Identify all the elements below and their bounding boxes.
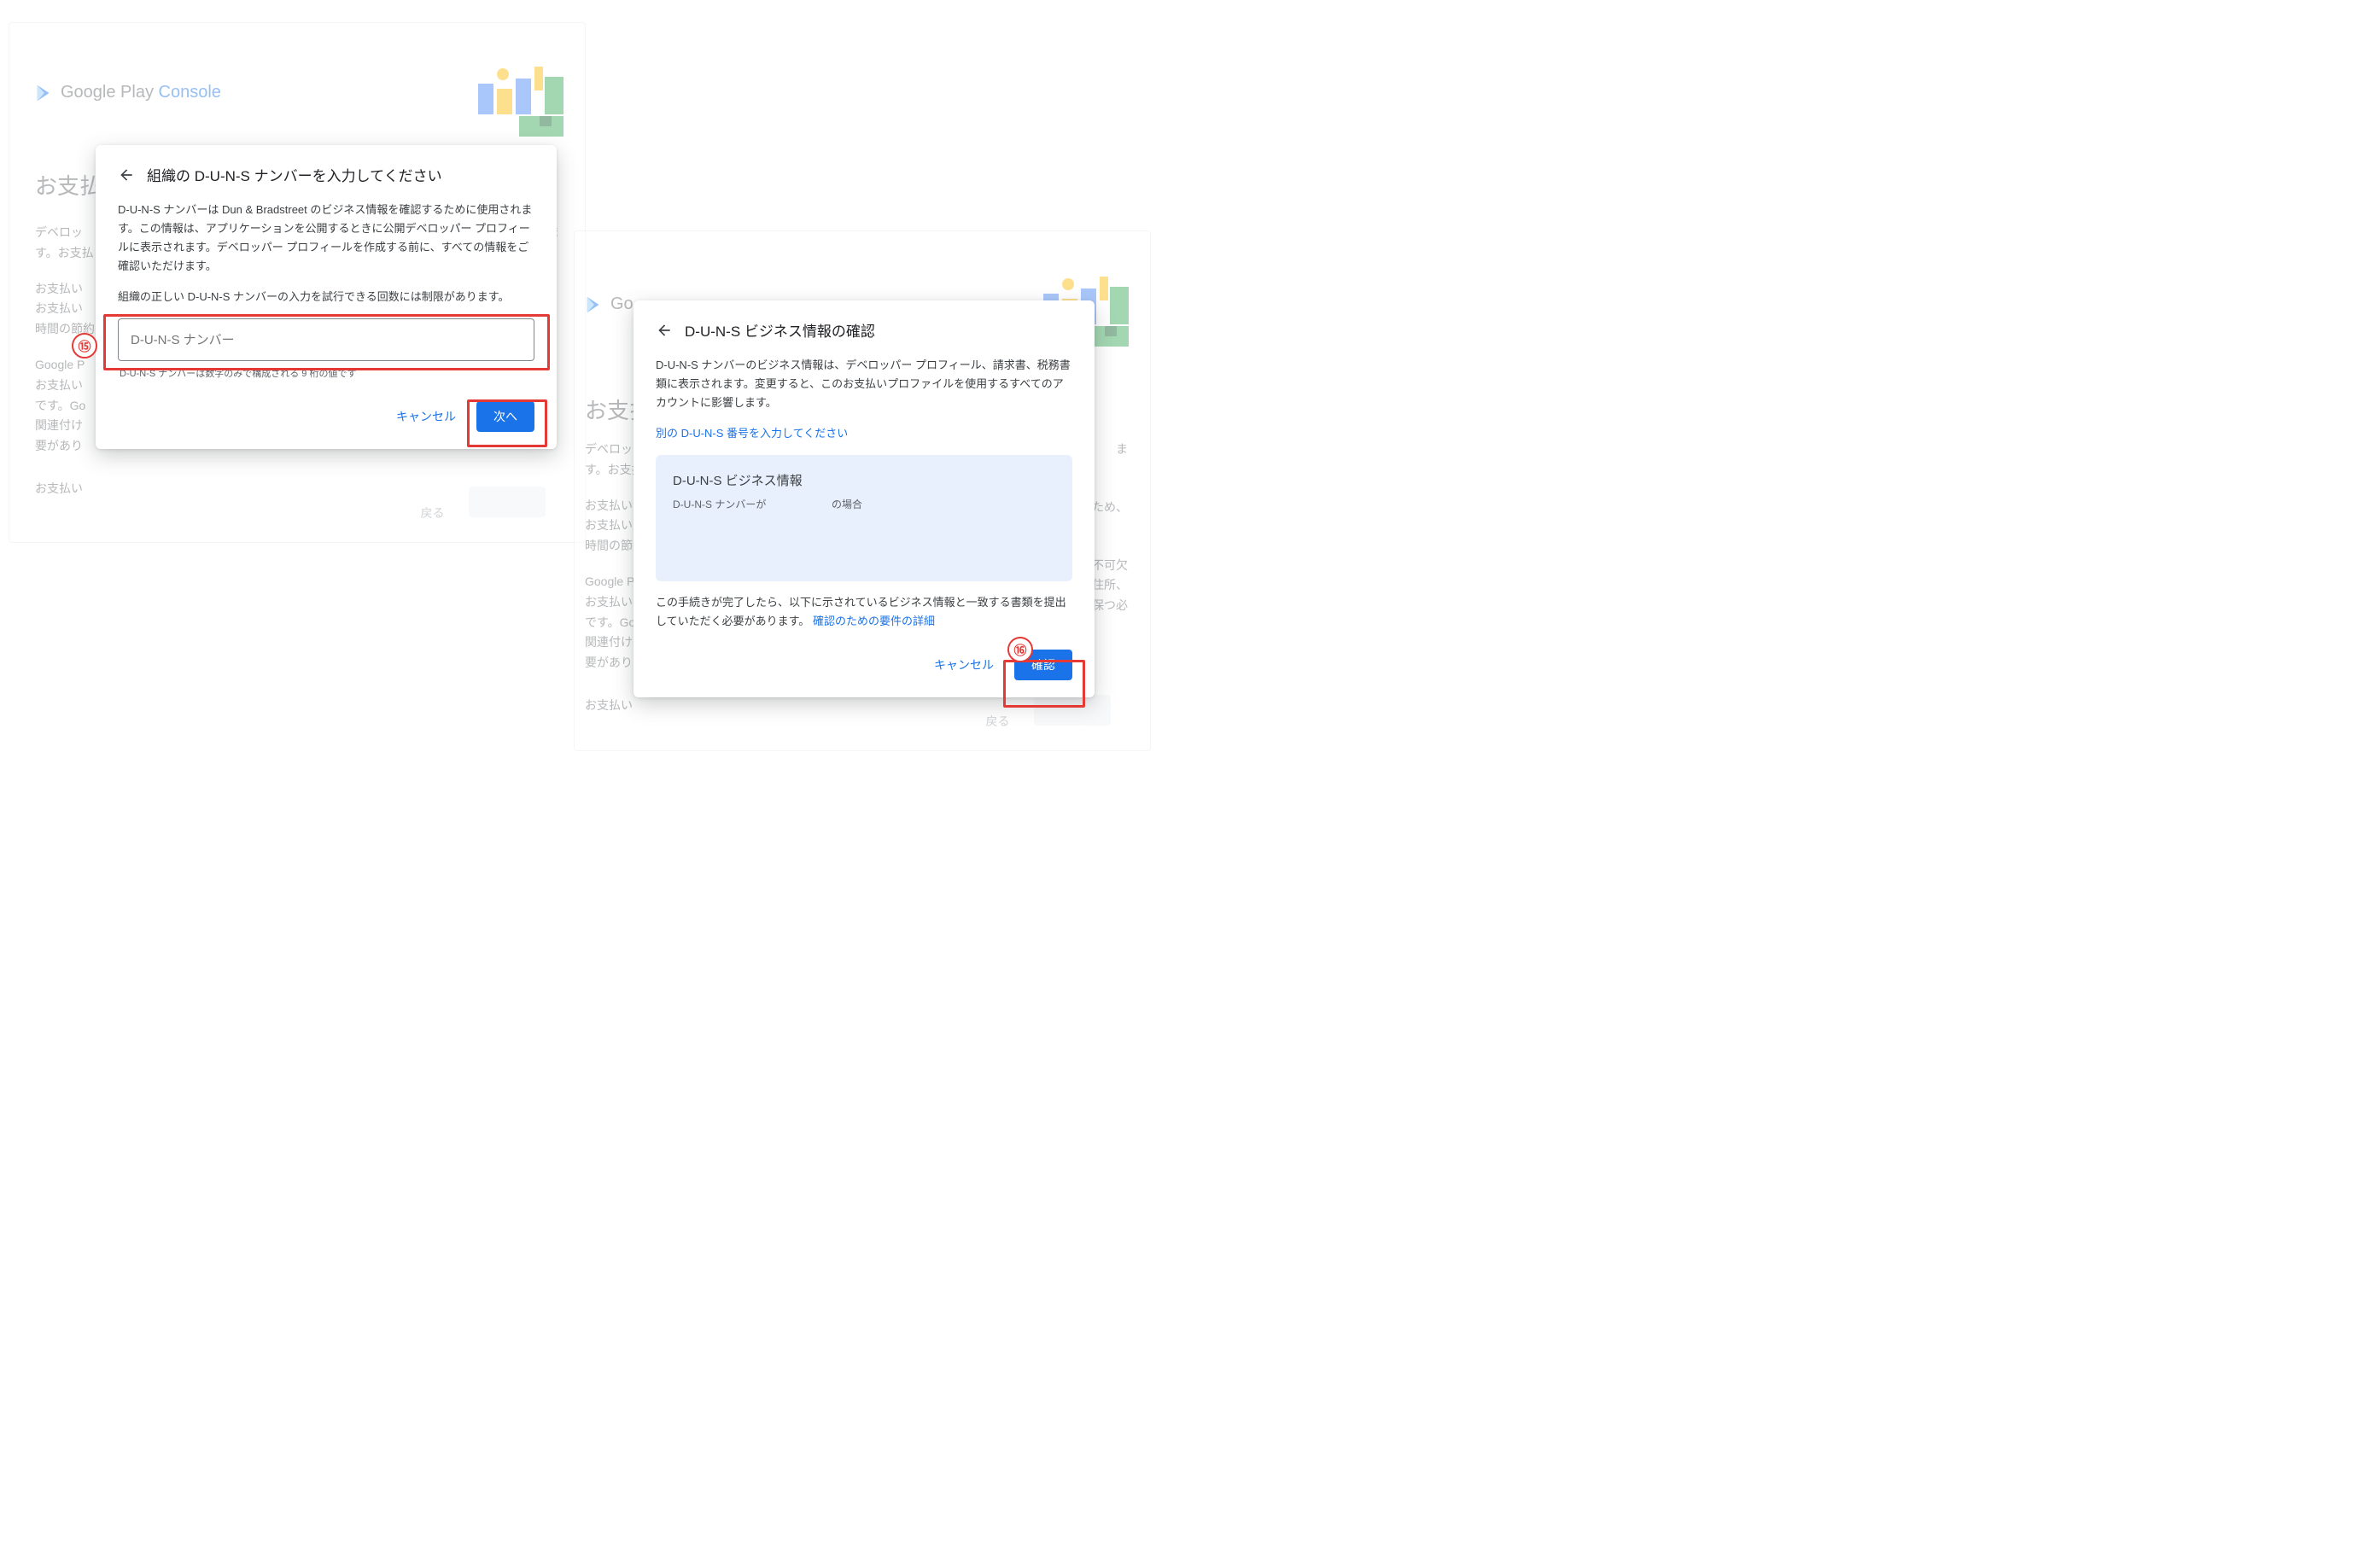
cancel-button[interactable]: キャンセル bbox=[917, 650, 1011, 680]
play-store-icon bbox=[585, 295, 604, 314]
input-helper-text: D-U-N-S ナンバーは数字のみで構成される 9 桁の値です bbox=[120, 366, 533, 382]
bg-text: 住所、 bbox=[1092, 575, 1128, 596]
bg-back-button: 戻る bbox=[404, 498, 462, 528]
bg-next-disabled bbox=[469, 487, 546, 517]
bg-text: 保つ必 bbox=[1092, 596, 1128, 616]
cancel-button[interactable]: キャンセル bbox=[379, 401, 473, 432]
decorative-shapes bbox=[478, 60, 572, 137]
bg-text: ま bbox=[1092, 440, 1128, 460]
annotation-badge-16: ⑯ bbox=[1007, 637, 1033, 662]
business-info-card: D-U-N-S ビジネス情報 D-U-N-S ナンバーが の場合 bbox=[656, 455, 1072, 581]
modal-footer-text: この手続きが完了したら、以下に示されているビジネス情報と一致する書類を提出してい… bbox=[656, 593, 1072, 631]
modal-description-2: 組織の正しい D-U-N-S ナンバーの入力を試行できる回数には制限があります。 bbox=[118, 288, 534, 306]
bg-back-button: 戻る bbox=[969, 706, 1027, 737]
play-store-icon bbox=[35, 84, 54, 102]
modal-description-1: D-U-N-S ナンバーは Dun & Bradstreet のビジネス情報を確… bbox=[118, 201, 534, 276]
modal-title: D-U-N-S ビジネス情報の確認 bbox=[685, 319, 875, 341]
bg-text: お支払い bbox=[585, 696, 645, 716]
card-subtitle-part2: の場合 bbox=[832, 498, 862, 510]
modal-description: D-U-N-S ナンバーのビジネス情報は、デベロッパー プロフィール、請求書、税… bbox=[656, 356, 1072, 412]
duns-entry-modal: 組織の D-U-N-S ナンバーを入力してください D-U-N-S ナンバーは … bbox=[96, 145, 557, 449]
requirements-link[interactable]: 確認のための要件の詳細 bbox=[813, 615, 935, 627]
next-button[interactable]: 次へ bbox=[476, 401, 534, 432]
card-subtitle-part1: D-U-N-S ナンバーが bbox=[673, 498, 766, 510]
modal-title: 組織の D-U-N-S ナンバーを入力してください bbox=[147, 164, 442, 185]
bg-next-disabled bbox=[1034, 695, 1111, 726]
bg-text: デベロッ bbox=[35, 225, 83, 239]
brand-text-grey: Google Play bbox=[61, 83, 154, 102]
back-arrow-icon[interactable] bbox=[118, 166, 135, 184]
brand-logo: Go bbox=[585, 294, 634, 314]
card-title: D-U-N-S ビジネス情報 bbox=[673, 470, 1055, 493]
brand-text-blue: Console bbox=[159, 83, 221, 102]
brand-text-fragment: Go bbox=[610, 294, 634, 314]
bg-text: 不可欠 bbox=[1092, 556, 1128, 576]
bg-text: ため、 bbox=[1092, 498, 1128, 518]
duns-number-input[interactable] bbox=[118, 318, 534, 361]
annotation-badge-15: ⑮ bbox=[72, 333, 97, 358]
back-arrow-icon[interactable] bbox=[656, 322, 673, 339]
enter-different-duns-link[interactable]: 別の D-U-N-S 番号を入力してください bbox=[656, 427, 848, 440]
